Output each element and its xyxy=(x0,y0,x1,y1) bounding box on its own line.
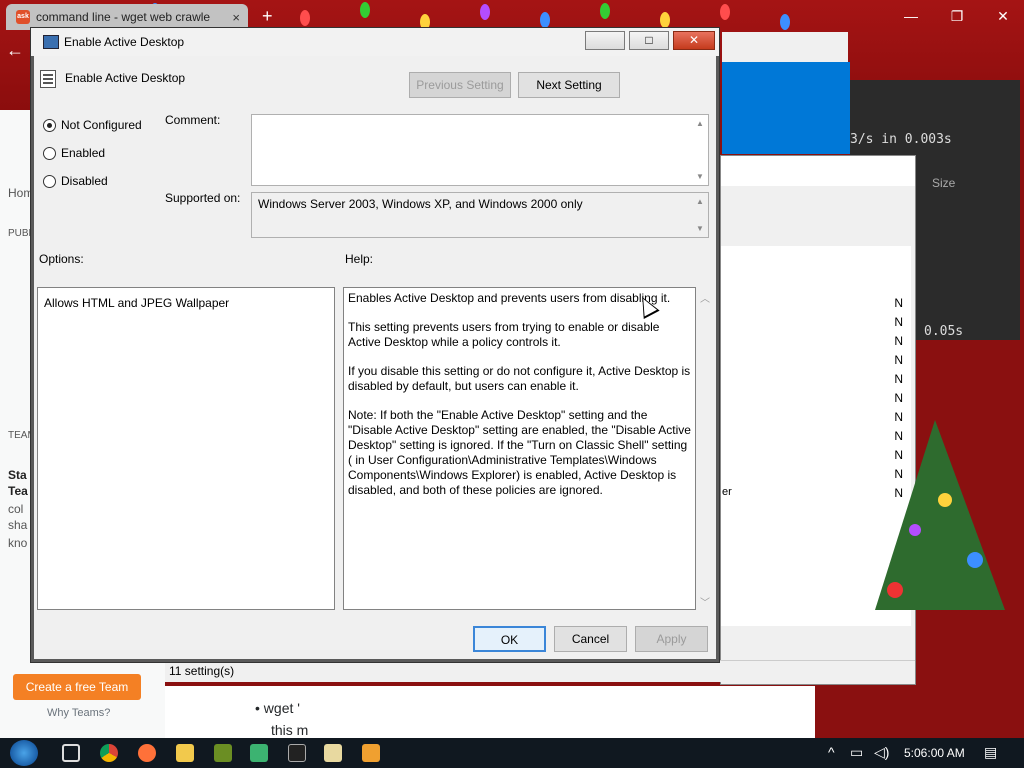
sidebar-item: Sta xyxy=(8,468,27,482)
christmas-tree-decoration xyxy=(875,420,1005,610)
group-policy-dialog: Enable Active Desktop □ ✕ Enable Active … xyxy=(30,27,720,663)
list-item: N xyxy=(894,372,903,386)
help-panel: Enables Active Desktop and prevents user… xyxy=(343,287,696,610)
volume-icon[interactable]: ◁) xyxy=(874,744,889,761)
taskbar: ^ ▭ ◁) 5:06:00 AM ▤ xyxy=(0,738,1024,768)
list-item-text: wget ' xyxy=(263,700,300,716)
network-icon[interactable]: ▭ xyxy=(850,744,863,761)
radio-indicator[interactable] xyxy=(43,174,56,188)
apply-button[interactable]: Apply xyxy=(635,626,708,652)
help-paragraph: If you disable this setting or do not co… xyxy=(348,364,691,393)
file-explorer-icon[interactable] xyxy=(176,744,194,762)
chrome-icon[interactable] xyxy=(100,744,118,762)
setting-title: Enable Active Desktop xyxy=(65,71,186,85)
radio-indicator[interactable] xyxy=(43,146,56,160)
help-scroll-up-icon[interactable]: ︿ xyxy=(700,290,710,305)
close-button[interactable]: ✕ xyxy=(673,31,715,50)
radio-label: Disabled xyxy=(61,174,108,188)
firefox-icon[interactable] xyxy=(138,744,156,762)
browser-minimize-button[interactable]: — xyxy=(888,0,934,32)
background-blue-window xyxy=(722,62,850,154)
list-item: N xyxy=(894,391,903,405)
app-icon[interactable] xyxy=(214,744,232,762)
browser-close-button[interactable]: ✕ xyxy=(980,0,1024,32)
start-button[interactable] xyxy=(10,740,38,766)
radio-label: Not Configured xyxy=(61,118,142,132)
sidebar-item: Tea xyxy=(8,484,28,498)
cancel-button[interactable]: Cancel xyxy=(554,626,627,652)
help-paragraph: This setting prevents users from trying … xyxy=(348,320,660,349)
supported-on-label: Supported on: xyxy=(165,191,241,205)
status-bar: 11 setting(s) xyxy=(165,660,915,682)
help-scroll-down-icon[interactable]: ﹀ xyxy=(700,594,710,609)
scroll-down-icon[interactable]: ▼ xyxy=(696,224,704,233)
tab-title: command line - wget web crawle xyxy=(36,10,211,24)
why-teams-link[interactable]: Why Teams? xyxy=(47,707,110,719)
app-icon[interactable] xyxy=(250,744,268,762)
radio-indicator[interactable] xyxy=(43,118,56,132)
notepad-icon[interactable] xyxy=(324,744,342,762)
ok-button[interactable]: OK xyxy=(473,626,546,652)
previous-setting-button[interactable]: Previous Setting xyxy=(409,72,511,98)
list-item: N xyxy=(894,315,903,329)
maximize-button[interactable]: □ xyxy=(629,31,669,50)
scroll-down-icon[interactable]: ▼ xyxy=(696,172,704,181)
radio-enabled[interactable]: Enabled xyxy=(43,146,105,160)
background-window-titlebar xyxy=(722,32,848,62)
policy-icon xyxy=(43,35,59,49)
radio-label: Enabled xyxy=(61,146,106,160)
ask-favicon-icon: ask xyxy=(16,10,30,24)
next-setting-button[interactable]: Next Setting xyxy=(518,72,620,98)
app-icon[interactable] xyxy=(362,744,380,762)
comment-field[interactable]: ▲ ▼ xyxy=(251,114,709,186)
supported-on-field: Windows Server 2003, Windows XP, and Win… xyxy=(251,192,709,238)
help-label: Help: xyxy=(345,252,374,266)
radio-not-configured[interactable]: Not Configured xyxy=(43,118,142,132)
back-arrow-icon[interactable]: ← xyxy=(6,40,24,61)
minimize-button[interactable] xyxy=(585,31,625,50)
clock[interactable]: 5:06:00 AM xyxy=(904,746,965,760)
size-column-header: Size xyxy=(932,176,956,190)
dialog-title: Enable Active Desktop xyxy=(64,35,185,49)
supported-on-value: Windows Server 2003, Windows XP, and Win… xyxy=(258,197,583,211)
list-item: N xyxy=(894,334,903,348)
options-panel: Allows HTML and JPEG Wallpaper xyxy=(37,287,335,610)
dialog-titlebar[interactable]: Enable Active Desktop □ ✕ xyxy=(31,28,719,56)
setting-icon xyxy=(40,70,56,88)
task-view-icon[interactable] xyxy=(62,744,80,762)
list-item: • wget ' xyxy=(255,700,300,716)
options-label: Options: xyxy=(39,252,84,266)
radio-disabled[interactable]: Disabled xyxy=(43,174,108,188)
explorer-row-suffix: er xyxy=(722,486,732,498)
tab-close-icon[interactable]: × xyxy=(232,10,240,25)
supported-scrollbar[interactable]: ▲ ▼ xyxy=(694,195,706,235)
sidebar-item: kno xyxy=(8,536,28,550)
create-team-button[interactable]: Create a free Team xyxy=(13,674,141,700)
scroll-up-icon[interactable]: ▲ xyxy=(696,197,704,206)
list-item: N xyxy=(894,353,903,367)
browser-maximize-button[interactable]: ❐ xyxy=(934,0,980,32)
list-item: N xyxy=(894,296,903,310)
sidebar-item: sha xyxy=(8,518,28,532)
command-prompt-icon[interactable] xyxy=(288,744,306,762)
help-paragraph: Note: If both the "Enable Active Desktop… xyxy=(348,408,691,497)
scroll-up-icon[interactable]: ▲ xyxy=(696,119,704,128)
terminal-line: 3/s in 0.003s xyxy=(850,132,952,147)
comment-scrollbar[interactable]: ▲ ▼ xyxy=(694,117,706,183)
new-tab-button[interactable]: + xyxy=(262,6,273,27)
page-content: • wget ' this m xyxy=(165,686,815,738)
notification-icon[interactable]: ▤ xyxy=(984,744,997,761)
list-item-text: this m xyxy=(271,722,309,738)
explorer-titlebar xyxy=(721,156,915,186)
comment-label: Comment: xyxy=(165,113,221,127)
chevron-up-icon[interactable]: ^ xyxy=(828,744,835,760)
options-text: Allows HTML and JPEG Wallpaper xyxy=(44,296,230,310)
sidebar-item: col xyxy=(8,502,24,516)
terminal-line: 0.05s xyxy=(924,324,964,339)
